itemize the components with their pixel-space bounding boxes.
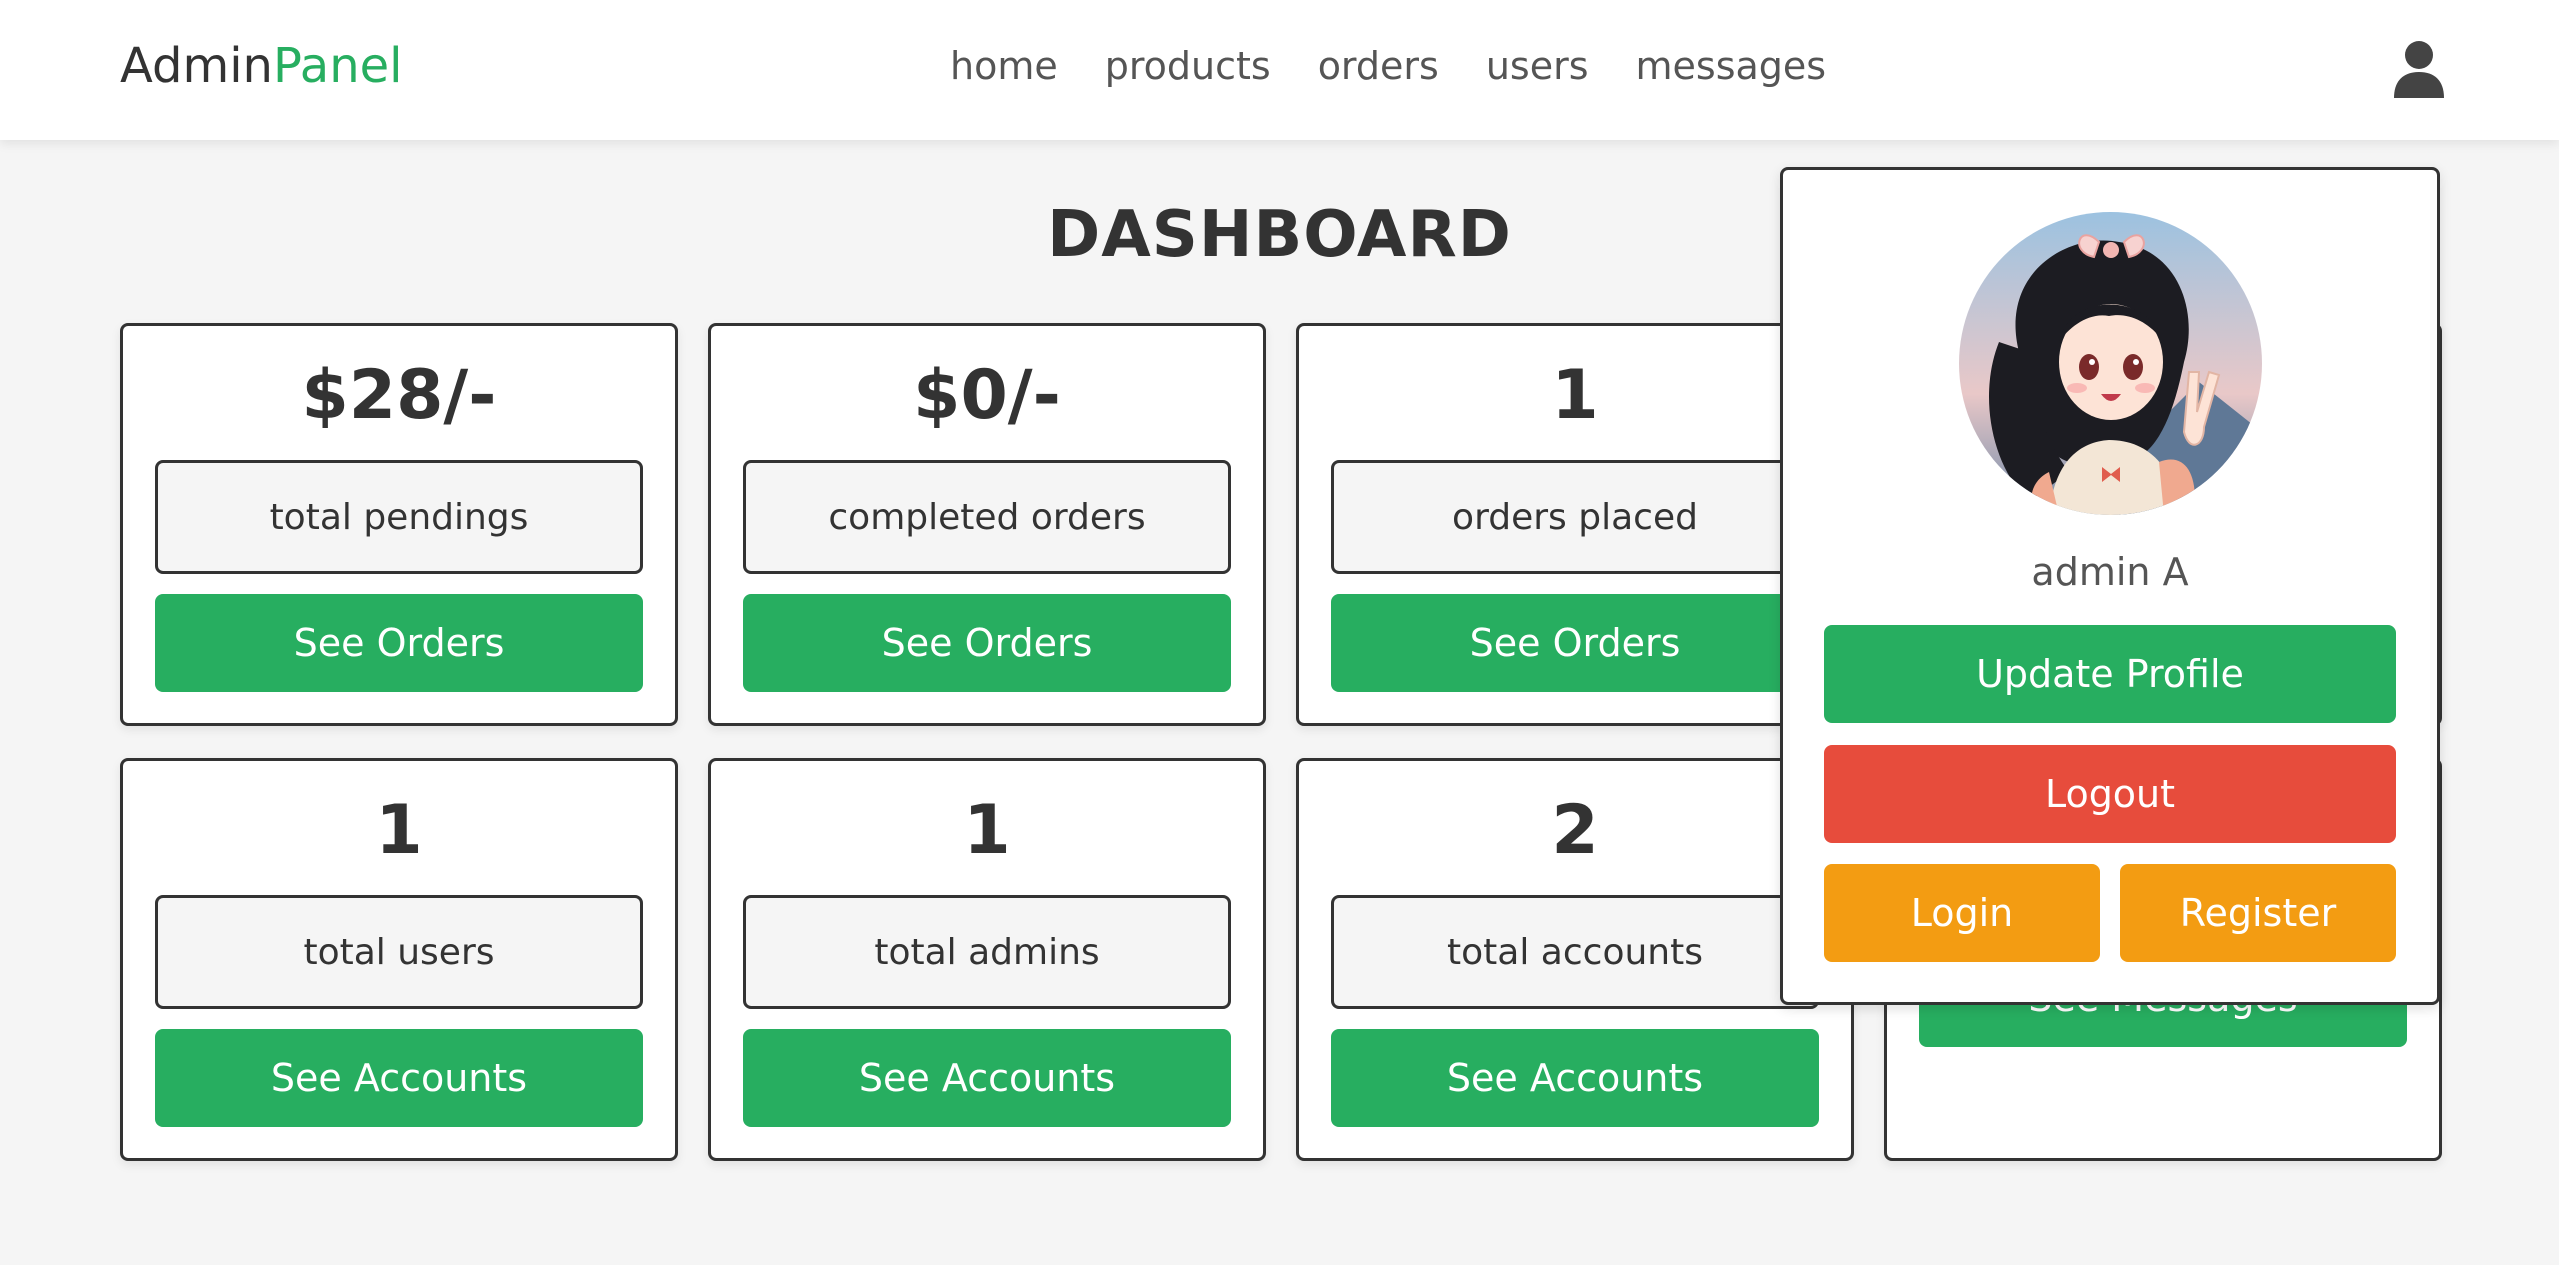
box-total-pendings: $28/- total pendings See Orders (120, 323, 678, 726)
box-value: $28/- (301, 356, 497, 435)
logout-button[interactable]: Logout (1824, 745, 2396, 843)
box-total-accounts: 2 total accounts See Accounts (1296, 758, 1854, 1161)
box-value: 1 (963, 791, 1011, 870)
nav-products[interactable]: products (1105, 44, 1271, 88)
logo[interactable]: AdminPanel (120, 38, 402, 94)
logo-main: Admin (120, 38, 273, 94)
main-nav: home products orders users messages (950, 44, 1826, 88)
update-profile-button[interactable]: Update Profile (1824, 625, 2396, 723)
box-completed-orders: $0/- completed orders See Orders (708, 323, 1266, 726)
login-button[interactable]: Login (1824, 864, 2100, 962)
nav-orders[interactable]: orders (1318, 44, 1439, 88)
box-label: orders placed (1331, 460, 1819, 574)
see-orders-button[interactable]: See Orders (743, 594, 1231, 692)
box-value: 1 (1551, 356, 1599, 435)
box-label: completed orders (743, 460, 1231, 574)
box-label: total accounts (1331, 895, 1819, 1009)
see-orders-button[interactable]: See Orders (1331, 594, 1819, 692)
register-button[interactable]: Register (2120, 864, 2396, 962)
box-label: total admins (743, 895, 1231, 1009)
see-orders-button[interactable]: See Orders (155, 594, 643, 692)
see-accounts-button[interactable]: See Accounts (155, 1029, 643, 1127)
nav-messages[interactable]: messages (1636, 44, 1827, 88)
see-accounts-button[interactable]: See Accounts (1331, 1029, 1819, 1127)
user-icon[interactable] (2392, 40, 2446, 98)
box-value: 1 (375, 791, 423, 870)
nav-home[interactable]: home (950, 44, 1058, 88)
box-total-admins: 1 total admins See Accounts (708, 758, 1266, 1161)
box-label: total users (155, 895, 643, 1009)
profile-name: admin A (2031, 550, 2189, 594)
see-accounts-button[interactable]: See Accounts (743, 1029, 1231, 1127)
logo-accent: Panel (272, 38, 403, 94)
box-total-users: 1 total users See Accounts (120, 758, 678, 1161)
box-value: 2 (1551, 791, 1599, 870)
avatar (1959, 212, 2262, 515)
header: AdminPanel home products orders users me… (0, 0, 2559, 140)
nav-users[interactable]: users (1486, 44, 1589, 88)
profile-dropdown: admin A Update Profile Logout Login Regi… (1780, 167, 2440, 1005)
box-orders-placed: 1 orders placed See Orders (1296, 323, 1854, 726)
box-value: $0/- (913, 356, 1061, 435)
box-label: total pendings (155, 460, 643, 574)
